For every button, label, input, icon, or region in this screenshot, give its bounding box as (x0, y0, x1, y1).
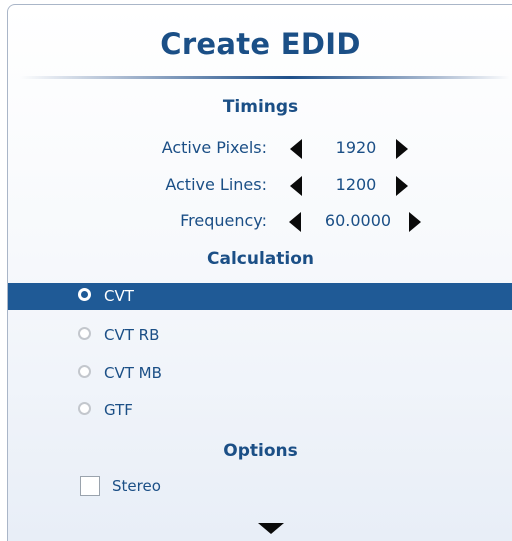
calc-option-cvt-mb[interactable]: CVT MB (8, 360, 512, 387)
frequency-decrement-icon[interactable] (289, 212, 301, 232)
calc-option-cvt[interactable]: CVT (8, 283, 512, 310)
radio-unselected-icon[interactable] (78, 327, 91, 340)
timings-heading: Timings (222, 97, 299, 117)
scroll-down-icon[interactable] (258, 523, 284, 534)
frequency-row: Frequency: 60.0000 (8, 209, 512, 235)
calc-option-label: GTF (104, 401, 133, 419)
calculation-heading: Calculation (207, 249, 314, 269)
active-lines-value[interactable]: 1200 (314, 175, 398, 194)
frequency-value[interactable]: 60.0000 (302, 211, 414, 230)
calc-option-label: CVT RB (104, 326, 160, 344)
active-lines-decrement-icon[interactable] (290, 176, 302, 196)
stereo-label: Stereo (112, 477, 161, 495)
radio-unselected-icon[interactable] (78, 402, 91, 415)
active-pixels-value[interactable]: 1920 (314, 138, 398, 157)
calc-option-label: CVT MB (104, 364, 162, 382)
radio-selected-icon[interactable] (78, 288, 91, 301)
stereo-checkbox[interactable] (80, 476, 100, 496)
calc-option-cvt-rb[interactable]: CVT RB (8, 322, 512, 349)
active-pixels-label: Active Pixels: (161, 138, 267, 157)
active-pixels-row: Active Pixels: 1920 (8, 136, 512, 162)
title-divider (20, 76, 510, 79)
calc-option-gtf[interactable]: GTF (8, 397, 512, 424)
options-heading: Options (223, 441, 298, 461)
active-pixels-decrement-icon[interactable] (290, 139, 302, 159)
radio-unselected-icon[interactable] (78, 365, 91, 378)
active-lines-increment-icon[interactable] (396, 176, 408, 196)
active-pixels-increment-icon[interactable] (396, 139, 408, 159)
frequency-label: Frequency: (180, 211, 267, 230)
active-lines-label: Active Lines: (165, 175, 267, 194)
create-edid-panel: Create EDID Timings Active Pixels: 1920 … (7, 4, 512, 541)
calc-option-label: CVT (104, 287, 134, 305)
page-title: Create EDID (160, 27, 361, 61)
frequency-increment-icon[interactable] (409, 212, 421, 232)
active-lines-row: Active Lines: 1200 (8, 173, 512, 199)
